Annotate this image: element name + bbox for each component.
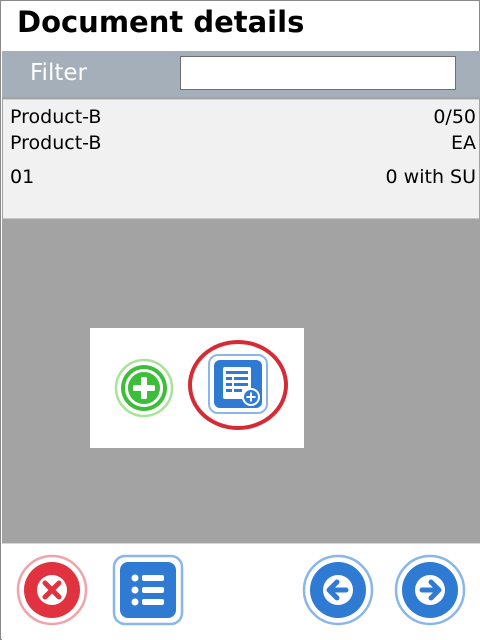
bottom-toolbar bbox=[2, 543, 480, 640]
list-item[interactable]: Product-B 0/50 Product-B EA 01 0 with SU bbox=[3, 99, 479, 219]
next-button[interactable] bbox=[394, 554, 466, 626]
plus-circle-icon bbox=[114, 358, 174, 418]
add-document-button[interactable] bbox=[207, 353, 269, 415]
document-list-button[interactable] bbox=[112, 554, 184, 626]
add-item-button[interactable] bbox=[114, 358, 174, 418]
cancel-button[interactable] bbox=[16, 554, 88, 626]
app-window: Document details Filter Product-B 0/50 P… bbox=[0, 0, 480, 640]
filter-input[interactable] bbox=[180, 56, 456, 90]
close-icon bbox=[16, 554, 88, 626]
item-product-description: Product-B bbox=[10, 132, 102, 154]
arrow-left-icon bbox=[302, 554, 374, 626]
document-items-list[interactable]: Product-B 0/50 Product-B EA 01 0 with SU bbox=[2, 97, 480, 543]
document-add-icon bbox=[208, 354, 268, 414]
item-code: 01 bbox=[10, 166, 35, 188]
item-quantity: 0/50 bbox=[433, 106, 476, 128]
filter-bar: Filter bbox=[2, 51, 480, 97]
list-icon bbox=[112, 554, 184, 626]
filter-label: Filter bbox=[30, 60, 87, 86]
item-storage-units: 0 with SU bbox=[385, 166, 476, 188]
previous-button[interactable] bbox=[302, 554, 374, 626]
page-title: Document details bbox=[17, 5, 305, 39]
item-product-name: Product-B bbox=[10, 106, 102, 128]
arrow-right-icon bbox=[394, 554, 466, 626]
action-popup bbox=[90, 328, 304, 448]
item-unit: EA bbox=[450, 132, 476, 154]
